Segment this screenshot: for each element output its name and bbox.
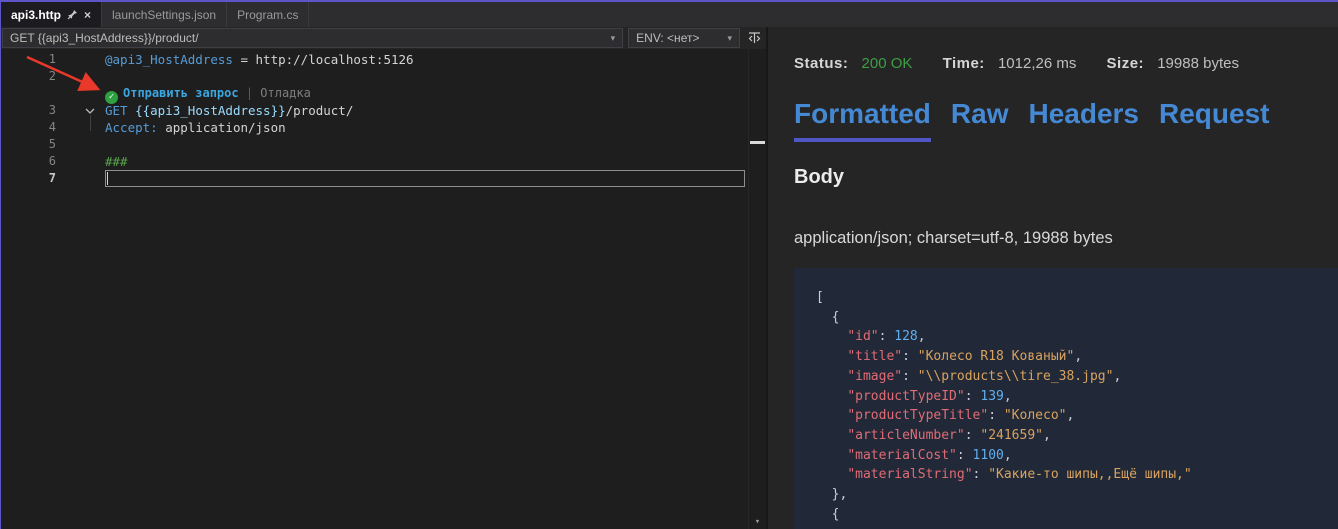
editor-line: 2 [1,68,748,85]
environment-value: ENV: <нет> [636,31,699,45]
content-type-line: application/json; charset=utf-8, 19988 b… [794,229,1338,248]
editor-pane: GET {{api3_HostAddress}}/product/ ▾ ENV:… [1,27,766,529]
request-selector-value: GET {{api3_HostAddress}}/product/ [10,31,199,45]
editor-line: 5 [1,136,748,153]
close-icon[interactable]: × [84,9,91,21]
request-selector-dropdown[interactable]: GET {{api3_HostAddress}}/product/ ▾ [2,28,623,48]
dropdown-caret-icon: ▾ [603,33,616,44]
code-text: @api3_HostAddress = http://localhost:512… [105,51,748,68]
response-json: [ { "id": 128, "title": "Колесо R18 Кова… [794,268,1338,529]
editor-lines: 1 @api3_HostAddress = http://localhost:51… [1,51,748,529]
send-request-link[interactable]: Отправить запрос [123,86,239,100]
tab-api3-http[interactable]: api3.http × [1,2,102,27]
text-cursor [107,172,108,185]
fold-margin [59,136,105,153]
split-view-icon[interactable] [745,29,763,47]
json-line: [ [816,288,1338,308]
editor-line: 6 ### [1,153,748,170]
env-caret-icon: ▾ [719,33,732,44]
tab-label: Program.cs [237,8,298,22]
fold-margin [59,68,105,85]
editor-line: 7 [1,170,748,187]
editor-scrollbar[interactable]: ▾ [748,49,766,529]
json-line: "title": "Колесо R18 Кованый", [816,347,1338,367]
fold-chevron-icon[interactable] [85,107,95,115]
json-line: "id": 128, [816,327,1338,347]
fold-margin [59,85,105,102]
code-text [105,170,745,187]
response-status-row: Status: 200 OK Time: 1012,26 ms Size: 19… [794,55,1338,72]
http-request-bar: GET {{api3_HostAddress}}/product/ ▾ ENV:… [1,27,766,49]
json-line: "productTypeID": 139, [816,387,1338,407]
line-number: 2 [1,68,59,85]
tab-formatted[interactable]: Formatted [794,98,931,142]
json-line: }, [816,485,1338,505]
editor-line: 3 GET {{api3_HostAddress}}/product/ [1,102,748,119]
tab-raw[interactable]: Raw [951,98,1009,142]
tab-request[interactable]: Request [1159,98,1269,142]
json-line: "articleNumber": "241659", [816,426,1338,446]
line-number: 6 [1,153,59,170]
environment-dropdown[interactable]: ENV: <нет> ▾ [628,28,740,48]
fold-margin [59,170,105,187]
ide-window: api3.http × launchSettings.json Program.… [0,0,1338,529]
time-label: Time: [943,55,985,72]
fold-margin [59,102,105,119]
tab-label: api3.http [11,8,61,22]
line-number: 5 [1,136,59,153]
code-text [105,68,748,85]
document-tab-strip: api3.http × launchSettings.json Program.… [1,2,1338,27]
tab-launchsettings-json[interactable]: launchSettings.json [102,2,227,27]
editor-line: 1 @api3_HostAddress = http://localhost:51… [1,51,748,68]
scroll-down-icon[interactable]: ▾ [749,517,766,527]
line-number: 3 [1,102,59,119]
tab-program-cs[interactable]: Program.cs [227,2,309,27]
scrollbar-thumb[interactable] [750,141,765,144]
fold-margin [59,51,105,68]
editor-line: 4 Accept: application/json [1,119,748,136]
debug-link[interactable]: Отладка [260,86,311,100]
response-pane: Status: 200 OK Time: 1012,26 ms Size: 19… [766,27,1338,529]
json-line: { [816,308,1338,328]
codelens-separator: | [239,86,261,100]
json-line: "materialCost": 1100, [816,446,1338,466]
status-badge: 200 OK [862,55,913,72]
json-line: "image": "\\products\\tire_38.jpg", [816,367,1338,387]
code-text: ✓Отправить запрос | Отладка [105,85,748,102]
tab-label: launchSettings.json [112,8,216,22]
code-text: ### [105,153,748,170]
line-number: 4 [1,119,59,136]
code-editor[interactable]: 1 @api3_HostAddress = http://localhost:51… [1,49,766,529]
status-label: Status: [794,55,848,72]
tab-headers[interactable]: Headers [1028,98,1139,142]
size-value: 19988 bytes [1157,55,1239,72]
json-line: "productTypeTitle": "Колесо", [816,406,1338,426]
code-text [105,136,748,153]
body-heading: Body [794,166,1338,189]
json-line: "materialString": "Какие-то шипы,,Ещё ши… [816,465,1338,485]
size-label: Size: [1107,55,1145,72]
line-number: 7 [1,170,59,187]
line-number [1,85,59,102]
code-text: GET {{api3_HostAddress}}/product/ [105,102,748,119]
fold-margin [59,153,105,170]
code-text: Accept: application/json [105,119,748,136]
fold-margin [59,119,105,136]
time-value: 1012,26 ms [998,55,1076,72]
editor-line: ✓Отправить запрос | Отладка [1,85,748,102]
line-number: 1 [1,51,59,68]
json-line: { [816,505,1338,525]
pin-icon[interactable] [67,9,78,20]
response-tabs: Formatted Raw Headers Request [794,98,1338,142]
